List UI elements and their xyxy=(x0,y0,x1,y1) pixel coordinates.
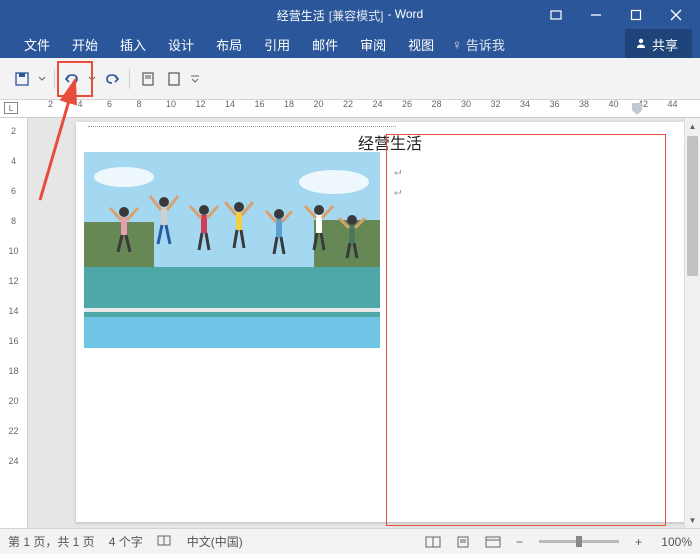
zoom-out-button[interactable]: − xyxy=(510,535,529,549)
menu-home[interactable]: 开始 xyxy=(62,31,108,58)
menu-layout[interactable]: 布局 xyxy=(206,31,252,58)
maximize-button[interactable] xyxy=(616,0,656,30)
menu-references[interactable]: 引用 xyxy=(254,31,300,58)
share-label: 共享 xyxy=(652,35,678,54)
ruler-tick: 44 xyxy=(668,100,678,117)
undo-button[interactable] xyxy=(61,67,85,91)
ruler-tick: 18 xyxy=(0,366,27,376)
ruler-tick: 16 xyxy=(0,336,27,346)
page: 经营生活 xyxy=(76,122,696,522)
person-icon xyxy=(635,37,647,52)
menu-insert[interactable]: 插入 xyxy=(110,31,156,58)
ruler-tick: 26 xyxy=(402,100,412,117)
ruler-tick: 22 xyxy=(0,426,27,436)
ruler-corner: L xyxy=(4,102,18,114)
menu-view[interactable]: 视图 xyxy=(398,31,444,58)
qat-dropdown[interactable] xyxy=(36,67,48,91)
ruler-tick: 20 xyxy=(314,100,324,117)
ruler-tick: 22 xyxy=(343,100,353,117)
vertical-ruler: 24681012141618202224 xyxy=(0,118,28,528)
ruler-tick: 24 xyxy=(373,100,383,117)
embedded-image[interactable] xyxy=(84,152,380,348)
ruler-tick: 32 xyxy=(491,100,501,117)
ruler-tick: 8 xyxy=(137,100,142,117)
scroll-thumb[interactable] xyxy=(687,136,698,276)
compat-mode: [兼容模式] xyxy=(329,7,384,24)
ruler-tick: 14 xyxy=(225,100,235,117)
ruler-tick: 4 xyxy=(0,156,27,166)
zoom-level[interactable]: 100% xyxy=(652,535,692,549)
menu-review[interactable]: 审阅 xyxy=(350,31,396,58)
ruler-tick: 2 xyxy=(0,126,27,136)
print-preview-button[interactable] xyxy=(136,67,160,91)
view-print-layout[interactable] xyxy=(450,532,476,552)
ruler-tick: 10 xyxy=(0,246,27,256)
close-button[interactable] xyxy=(656,0,696,30)
ruler-tick: 34 xyxy=(520,100,530,117)
ruler-tick: 6 xyxy=(0,186,27,196)
ruler-tick: 24 xyxy=(0,456,27,466)
tell-me-search[interactable]: ♀ 告诉我 xyxy=(452,35,505,54)
document-name: 经营生活 xyxy=(277,7,325,24)
bulb-icon: ♀ xyxy=(452,37,462,52)
ruler-tick: 36 xyxy=(550,100,560,117)
app-name: - Word xyxy=(387,7,423,24)
menu-mailings[interactable]: 邮件 xyxy=(302,31,348,58)
status-spell-icon[interactable] xyxy=(157,533,173,550)
qat-customize[interactable] xyxy=(188,67,202,91)
redo-button[interactable] xyxy=(99,67,123,91)
annotation-column-box xyxy=(386,134,666,526)
scroll-down-icon[interactable]: ▼ xyxy=(685,512,700,528)
tell-me-label: 告诉我 xyxy=(466,35,505,54)
status-language[interactable]: 中文(中国) xyxy=(187,533,243,550)
share-button[interactable]: 共享 xyxy=(625,29,692,60)
ruler-tick: 6 xyxy=(107,100,112,117)
ruler-tick: 28 xyxy=(432,100,442,117)
status-word-count[interactable]: 4 个字 xyxy=(109,533,143,550)
undo-dropdown[interactable] xyxy=(87,67,97,91)
ruler-tick: 18 xyxy=(284,100,294,117)
horizontal-ruler: L 24681012141618202224262830323436384042… xyxy=(0,100,700,118)
status-page[interactable]: 第 1 页，共 1 页 xyxy=(8,533,95,550)
ruler-tick: 30 xyxy=(461,100,471,117)
new-document-button[interactable] xyxy=(162,67,186,91)
view-web-layout[interactable] xyxy=(480,532,506,552)
ruler-tick: 2 xyxy=(48,100,53,117)
ruler-tick: 14 xyxy=(0,306,27,316)
ribbon-display-icon[interactable] xyxy=(536,0,576,30)
menu-design[interactable]: 设计 xyxy=(158,31,204,58)
minimize-button[interactable] xyxy=(576,0,616,30)
column-guide xyxy=(88,126,396,127)
view-read-mode[interactable] xyxy=(420,532,446,552)
zoom-slider[interactable] xyxy=(539,540,619,543)
ruler-tick: 4 xyxy=(78,100,83,117)
save-button[interactable] xyxy=(10,67,34,91)
ruler-tick: 40 xyxy=(609,100,619,117)
zoom-in-button[interactable]: + xyxy=(629,535,648,549)
vertical-scrollbar[interactable]: ▲ ▼ xyxy=(684,118,700,528)
ruler-tick: 12 xyxy=(0,276,27,286)
document-area[interactable]: 经营生活 xyxy=(28,118,700,528)
ruler-tick: 20 xyxy=(0,396,27,406)
ruler-tick: 38 xyxy=(579,100,589,117)
ruler-tick: 16 xyxy=(255,100,265,117)
ruler-tick: 8 xyxy=(0,216,27,226)
ruler-tick: 10 xyxy=(166,100,176,117)
scroll-up-icon[interactable]: ▲ xyxy=(685,118,700,134)
ruler-tick: 12 xyxy=(196,100,206,117)
menu-file[interactable]: 文件 xyxy=(14,31,60,58)
